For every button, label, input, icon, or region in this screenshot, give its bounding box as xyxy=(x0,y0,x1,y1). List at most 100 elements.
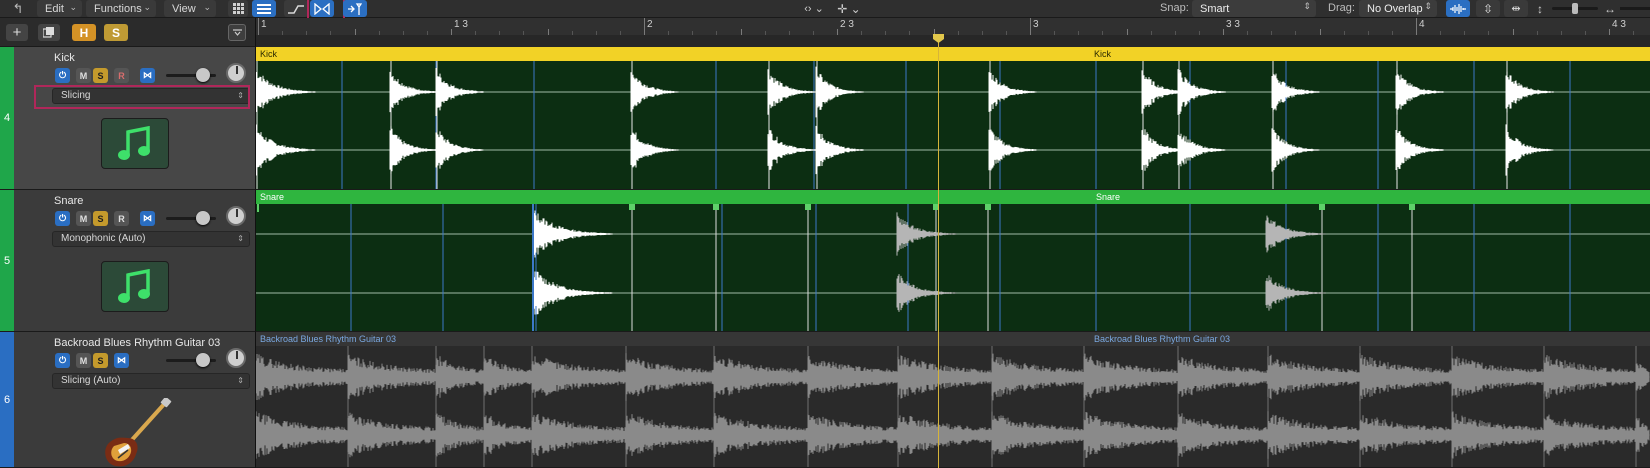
view-menu[interactable]: View ⌄ xyxy=(164,0,216,17)
ruler-tick xyxy=(1126,29,1128,35)
ruler-label: 3 3 xyxy=(1226,19,1240,30)
ruler-subtick xyxy=(1391,31,1393,35)
mute-button[interactable]: M xyxy=(76,211,91,226)
record-enable-button[interactable]: R xyxy=(114,68,129,83)
flex-mode-select[interactable]: Slicing (Auto) ⇕ xyxy=(52,373,250,389)
horizontal-zoom-icon: ↔ xyxy=(1604,1,1616,16)
track-number: 5 xyxy=(0,190,14,331)
flex-marker-handle[interactable] xyxy=(713,204,719,210)
global-solo-button[interactable]: S xyxy=(104,24,128,41)
solo-button[interactable]: S xyxy=(93,353,108,368)
hide-tracks-button[interactable]: H xyxy=(72,24,96,41)
duplicate-track-icon[interactable] xyxy=(38,24,60,41)
volume-slider[interactable] xyxy=(166,353,216,367)
flex-track-icon[interactable]: ⋈ xyxy=(140,68,155,83)
ruler-subtick xyxy=(475,31,477,35)
waveform-guitar xyxy=(256,346,1650,467)
chevron-down-icon: ⌄ xyxy=(203,2,211,12)
track-lane-snare[interactable]: Snare Snare xyxy=(256,190,1650,332)
electric-guitar-icon xyxy=(100,396,172,468)
add-track-icon[interactable]: + xyxy=(6,24,28,41)
flex-marker-handle[interactable] xyxy=(1319,204,1325,210)
flex-track-icon[interactable]: ⋈ xyxy=(140,211,155,226)
code-brackets-icon[interactable]: ‹› ⌄ xyxy=(800,0,828,17)
functions-menu[interactable]: Functions ⌄ xyxy=(86,0,156,17)
flex-marker-handle[interactable] xyxy=(629,204,635,210)
pan-knob[interactable] xyxy=(226,206,246,226)
flex-mode-value: Slicing xyxy=(61,90,91,101)
flex-mode-select[interactable]: Monophonic (Auto) ⇕ xyxy=(52,231,250,247)
ruler-subtick xyxy=(981,31,983,35)
list-view-icon[interactable] xyxy=(252,0,276,17)
ruler-subtick xyxy=(1174,31,1176,35)
flex-mode-select[interactable]: Slicing ⇕ xyxy=(52,88,250,104)
solo-button[interactable]: S xyxy=(93,68,108,83)
ruler-tick xyxy=(837,29,838,35)
volume-knob[interactable] xyxy=(196,211,210,225)
power-icon[interactable]: ⏻ xyxy=(55,211,70,226)
bar-ruler[interactable]: 1 1 3 2 2 3 3 3 3 4 4 3 xyxy=(256,18,1650,47)
flex-marker-handle[interactable] xyxy=(805,204,811,210)
region-header-kick[interactable]: Kick Kick xyxy=(256,47,1650,61)
mute-button[interactable]: M xyxy=(76,68,91,83)
track-lane-kick[interactable]: Kick Kick xyxy=(256,47,1650,190)
guitar-waveform-slice xyxy=(807,355,898,456)
vertical-fit-icon[interactable]: ⇳ xyxy=(1476,0,1500,17)
horizontal-zoom-slider[interactable] xyxy=(1620,7,1650,10)
volume-slider[interactable] xyxy=(166,68,216,82)
transient-waveform xyxy=(630,72,679,168)
waveform-snare xyxy=(256,204,1650,331)
slider-knob[interactable] xyxy=(1572,3,1578,14)
volume-knob[interactable] xyxy=(196,68,210,82)
pan-knob[interactable] xyxy=(226,348,246,368)
track-header-snare[interactable]: 5 Snare ⏻ M S R ⋈ Monophonic (Auto) ⇕ xyxy=(0,190,256,332)
ruler-subtick xyxy=(692,31,694,35)
automation-icon[interactable] xyxy=(284,0,308,17)
drag-select[interactable]: No Overlap ⇕ xyxy=(1359,0,1437,17)
ruler-tick xyxy=(1609,29,1610,35)
transient-waveform xyxy=(767,69,816,170)
pan-knob[interactable] xyxy=(226,63,246,83)
ruler-tick xyxy=(1416,18,1417,35)
ruler-subtick xyxy=(1005,31,1007,35)
record-enable-button[interactable]: R xyxy=(114,211,129,226)
edit-menu[interactable]: Edit ⌄ xyxy=(37,0,82,17)
ruler-subtick xyxy=(668,31,670,35)
solo-button[interactable]: S xyxy=(93,211,108,226)
vertical-zoom-slider[interactable] xyxy=(1552,3,1598,14)
flex-time-icon[interactable] xyxy=(310,0,334,17)
region-header-snare[interactable]: Snare Snare xyxy=(256,190,1650,204)
track-name[interactable]: Backroad Blues Rhythm Guitar 03 xyxy=(54,337,220,349)
volume-slider[interactable] xyxy=(166,211,216,225)
collapse-icon[interactable] xyxy=(228,24,246,41)
flex-track-icon[interactable]: ⋈ xyxy=(114,353,129,368)
track-name[interactable]: Snare xyxy=(54,195,83,207)
flex-marker-handle[interactable] xyxy=(985,204,991,210)
track-header-guitar[interactable]: 6 Backroad Blues Rhythm Guitar 03 ⏻ M S … xyxy=(0,332,256,468)
undo-arrow-icon[interactable]: ↰ xyxy=(8,0,28,17)
region-header-guitar[interactable]: Backroad Blues Rhythm Guitar 03 Backroad… xyxy=(256,332,1650,346)
snap-select[interactable]: Smart ⇕ xyxy=(1192,0,1316,17)
flex-marker-handle[interactable] xyxy=(1409,204,1415,210)
mute-button[interactable]: M xyxy=(76,353,91,368)
guitar-waveform-slice xyxy=(713,356,808,457)
crosshair-icon[interactable]: ✛ ⌄ xyxy=(834,0,864,17)
flex-mode-value: Monophonic (Auto) xyxy=(61,233,146,244)
ruler-label: 1 3 xyxy=(454,19,468,30)
power-icon[interactable]: ⏻ xyxy=(55,68,70,83)
music-note-icon xyxy=(101,118,169,169)
power-icon[interactable]: ⏻ xyxy=(55,353,70,368)
guitar-waveform-slice xyxy=(531,356,626,457)
waveform-zoom-icon[interactable] xyxy=(1446,0,1470,17)
track-name[interactable]: Kick xyxy=(54,52,75,64)
volume-knob[interactable] xyxy=(196,353,210,367)
playhead[interactable] xyxy=(938,36,939,468)
ruler-label: 2 3 xyxy=(840,19,854,30)
catch-playhead-icon[interactable] xyxy=(343,0,367,17)
horizontal-fit-icon[interactable]: ⇹ xyxy=(1504,0,1528,17)
ruler-subtick xyxy=(402,31,404,35)
track-lane-guitar[interactable]: Backroad Blues Rhythm Guitar 03 Backroad… xyxy=(256,332,1650,468)
track-header-kick[interactable]: 4 Kick ⏻ M S R ⋈ Slicing ⇕ xyxy=(0,47,256,190)
grid-view-icon[interactable] xyxy=(228,0,248,17)
cycle-area[interactable] xyxy=(256,35,1650,47)
